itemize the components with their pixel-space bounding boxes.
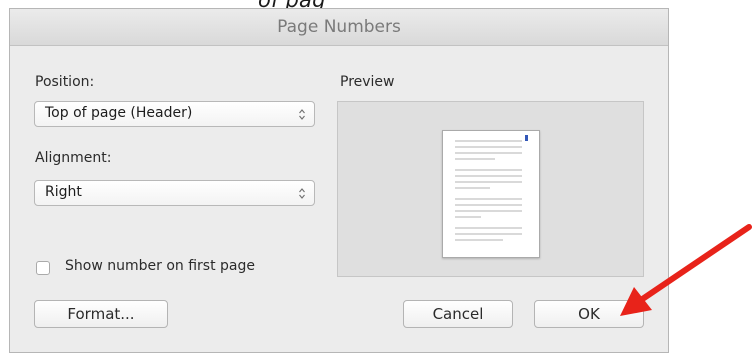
dialog-title: Page Numbers [277,17,401,37]
alignment-label: Alignment: [35,150,112,166]
page-numbers-dialog: Page Numbers Position: Top of page (Head… [9,8,669,353]
page-thumbnail-icon [442,130,540,258]
alignment-select-value: Right [45,184,82,200]
dialog-titlebar: Page Numbers [10,9,668,46]
show-number-first-page-checkbox[interactable] [36,261,50,275]
position-select[interactable]: Top of page (Header) [34,101,315,127]
position-label: Position: [35,74,95,90]
format-button[interactable]: Format... [34,300,168,328]
preview-label: Preview [340,74,395,90]
up-down-chevron-icon [299,109,305,120]
red-arrow-icon [620,224,752,316]
alignment-select[interactable]: Right [34,180,315,206]
preview-panel [337,101,644,277]
position-select-value: Top of page (Header) [45,105,193,121]
up-down-chevron-icon [299,188,305,199]
cancel-button[interactable]: Cancel [403,300,513,328]
screenshot-canvas: of pag Page Numbers Position: Top of pag… [0,0,754,357]
page-lines-graphic [455,135,528,241]
show-number-first-page-label: Show number on first page [65,258,255,274]
